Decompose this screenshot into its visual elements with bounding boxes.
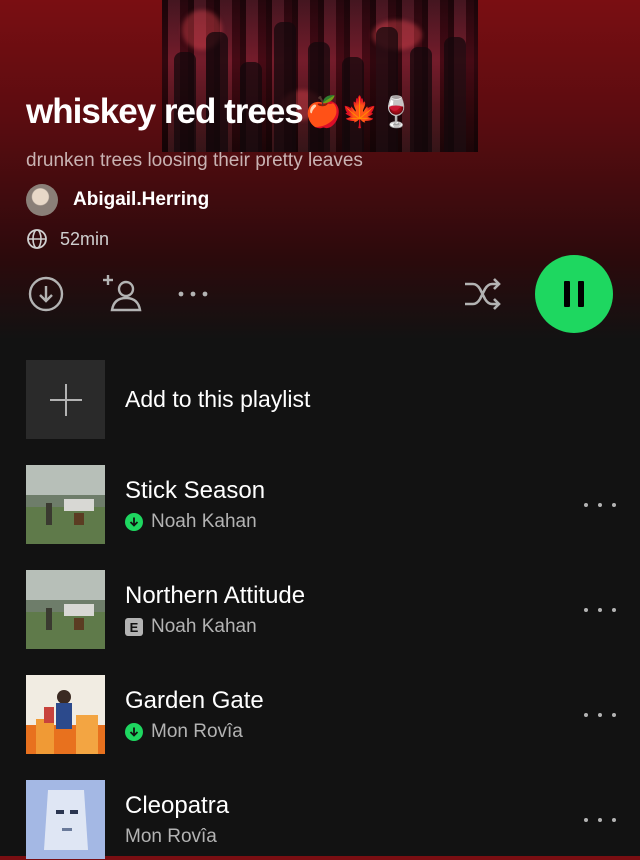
track-artwork [26,465,105,544]
track-row[interactable]: Northern Attitude E Noah Kahan [0,570,640,650]
playlist-description: drunken trees loosing their pretty leave… [26,150,363,171]
track-title: Northern Attitude [125,582,306,609]
add-collaborator-button[interactable] [100,272,144,316]
track-title: Stick Season [125,477,266,504]
track-title: Cleopatra [125,792,230,819]
track-artist: Mon Rovîa [151,721,243,742]
track-row[interactable]: Cleopatra Mon Rovîa [0,780,640,860]
add-to-playlist-row[interactable]: Add to this playlist [26,360,310,439]
track-more-button[interactable] [584,705,616,725]
add-user-icon [103,275,142,312]
track-row[interactable]: Stick Season Noah Kahan [0,465,640,545]
track-row[interactable]: Garden Gate Mon Rovîa [0,675,640,755]
track-artwork [26,780,105,859]
shuffle-button[interactable] [460,274,504,314]
playlist-owner[interactable]: Abigail.Herring [26,184,209,216]
add-to-playlist-label: Add to this playlist [125,386,311,412]
playlist-title-text: whiskey red trees [26,92,304,131]
track-more-button[interactable] [584,495,616,515]
track-artwork [26,675,105,754]
owner-name[interactable]: Abigail.Herring [73,189,209,211]
track-artist: Noah Kahan [151,616,257,637]
owner-avatar[interactable] [26,184,58,216]
plus-icon [26,360,105,439]
track-title: Garden Gate [125,687,264,714]
shuffle-icon [465,278,501,310]
track-more-button[interactable] [584,810,616,830]
downloaded-icon [125,723,143,741]
explicit-badge: E [125,618,143,636]
track-subtitle: Noah Kahan [125,511,257,533]
more-options-button[interactable] [175,284,211,304]
downloaded-icon [125,513,143,531]
track-subtitle: Mon Rovîa [125,826,217,848]
playlist-title-emojis: 🍎🍁🍷 [304,95,415,129]
track-subtitle: Mon Rovîa [125,721,243,743]
playlist-duration: 52min [60,228,110,249]
playlist-title: whiskey red trees 🍎🍁🍷 [26,92,415,132]
track-artist: Noah Kahan [151,511,257,532]
globe-icon [27,229,47,249]
download-circle-icon [28,276,64,312]
playlist-meta: 52min [26,228,109,250]
play-pause-button[interactable] [535,255,613,333]
pause-icon [564,281,584,307]
download-button[interactable] [26,274,66,314]
track-artist: Mon Rovîa [125,826,217,847]
track-artwork [26,570,105,649]
track-subtitle: E Noah Kahan [125,616,257,638]
track-more-button[interactable] [584,600,616,620]
more-horizontal-icon [178,291,208,297]
